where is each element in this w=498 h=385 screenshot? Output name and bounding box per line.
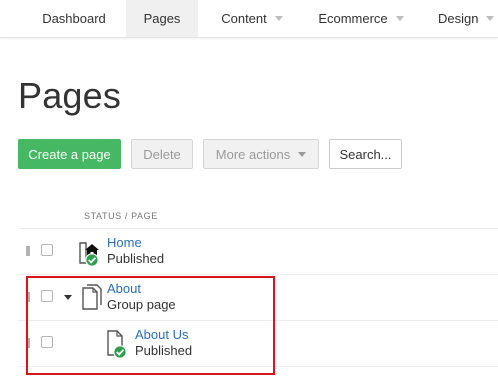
nav-item-ecommerce[interactable]: Ecommerce: [305, 0, 417, 37]
row-checkbox[interactable]: [41, 244, 53, 256]
column-header-status-page: STATUS / PAGE: [84, 211, 158, 221]
drag-handle-icon[interactable]: [26, 292, 30, 302]
nav-item-label: Design: [438, 11, 479, 26]
search-button[interactable]: Search...: [329, 139, 402, 169]
page-title-link[interactable]: Home: [107, 235, 142, 250]
delete-button[interactable]: Delete: [131, 139, 193, 169]
nav-item-pages[interactable]: Pages: [126, 0, 198, 37]
chevron-down-icon: [298, 151, 307, 157]
table-row: Home Published: [18, 228, 498, 274]
chevron-down-icon: [486, 16, 495, 21]
nav-item-label: Ecommerce: [318, 11, 388, 26]
chevron-down-icon: [274, 16, 283, 21]
top-navigation: Dashboard Pages Content Ecommerce Design: [0, 0, 498, 38]
page-title-link[interactable]: About Us: [135, 327, 188, 342]
drag-handle-icon[interactable]: [26, 338, 30, 348]
published-check-icon: [113, 345, 127, 359]
nav-item-label: Dashboard: [42, 11, 106, 26]
row-checkbox[interactable]: [41, 290, 53, 302]
page-status: Published: [107, 251, 165, 266]
nav-item-design[interactable]: Design: [428, 0, 498, 37]
list-divider: [18, 366, 498, 367]
search-label: Search...: [339, 146, 392, 162]
more-actions-button[interactable]: More actions: [203, 139, 319, 169]
create-page-button[interactable]: Create a page: [18, 139, 121, 169]
drag-handle-icon[interactable]: [26, 246, 30, 256]
page-status: Group page: [107, 297, 176, 312]
page-icon: [107, 330, 127, 359]
table-row: About Us Published: [18, 320, 498, 366]
delete-label: Delete: [143, 146, 181, 162]
create-page-label: Create a page: [28, 146, 111, 162]
nav-item-content[interactable]: Content: [206, 0, 298, 37]
page-title: Pages: [18, 75, 122, 116]
expand-toggle-icon[interactable]: [64, 295, 72, 300]
published-check-icon: [85, 253, 99, 267]
table-row: About Group page: [18, 274, 498, 320]
page-status: Published: [135, 343, 193, 358]
nav-item-label: Content: [221, 11, 267, 26]
nav-item-dashboard[interactable]: Dashboard: [24, 0, 124, 37]
page-title-link[interactable]: About: [107, 281, 141, 296]
more-actions-label: More actions: [215, 146, 291, 162]
chevron-down-icon: [395, 16, 404, 21]
group-page-icon: [82, 284, 102, 310]
nav-item-label: Pages: [143, 11, 181, 26]
home-page-icon: [79, 242, 99, 267]
row-checkbox[interactable]: [41, 336, 53, 348]
